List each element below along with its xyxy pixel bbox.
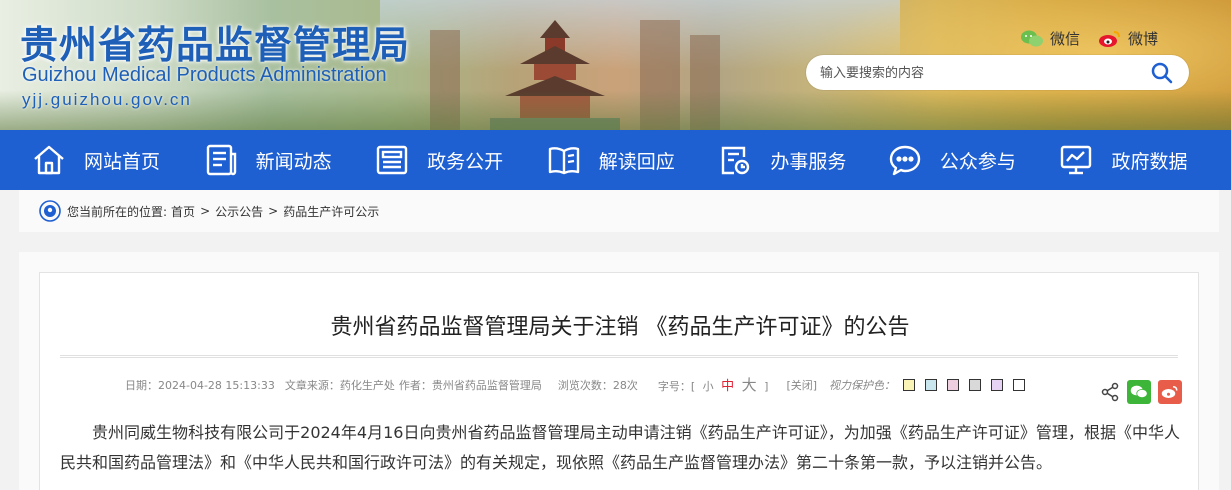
site-title-en: Guizhou Medical Products Administration <box>22 64 387 86</box>
nav-item-public-participation[interactable]: 公众参与 <box>888 130 1060 190</box>
font-size-control: 字号：[ 小 中 大 ] <box>658 374 777 395</box>
weibo-link[interactable]: 微博 <box>1098 28 1158 49</box>
eye-color-blue[interactable] <box>925 378 938 391</box>
breadcrumb-separator: > <box>268 204 279 218</box>
title-divider <box>60 355 1178 358</box>
chat-bubble-icon <box>889 145 921 176</box>
share-bar <box>1100 380 1182 404</box>
nav-label: 办事服务 <box>770 150 847 173</box>
eye-color-purple[interactable] <box>991 378 1004 391</box>
wechat-link[interactable]: 微信 <box>1020 28 1080 49</box>
site-url: yjj.guizhou.gov.cn <box>22 90 192 109</box>
wechat-label: 微信 <box>1050 30 1081 48</box>
weibo-label: 微博 <box>1128 30 1159 48</box>
weibo-icon <box>1161 386 1178 398</box>
share-weibo-button[interactable] <box>1158 380 1182 404</box>
nav-label: 网站首页 <box>84 150 161 173</box>
search-icon[interactable] <box>1150 61 1174 85</box>
nav-item-gov-data[interactable]: 政府数据 <box>1059 130 1231 190</box>
share-icon[interactable] <box>1100 382 1120 402</box>
news-icon <box>206 144 236 176</box>
nav-item-home[interactable]: 网站首页 <box>32 130 204 190</box>
font-size-label: 字号：[ <box>657 380 696 393</box>
weibo-icon <box>1099 30 1120 47</box>
wechat-icon <box>1021 30 1043 46</box>
font-size-medium[interactable]: 中 <box>721 379 734 394</box>
article-author: 作者：贵州省药品监督管理局 <box>398 378 542 392</box>
breadcrumb: 您当前所在的位置: 首页 > 公示公告 > 药品生产许可公示 <box>19 190 1219 232</box>
close-page-link[interactable]: [关闭] <box>786 377 817 393</box>
nav-label: 政府数据 <box>1111 150 1188 173</box>
article-meta: 日期：2024-04-28 15:13:33 文章来源：药化生产处 作者：贵州省… <box>125 374 1035 395</box>
site-title-cn[interactable]: 贵州省药品监督管理局 <box>20 14 410 69</box>
font-size-small[interactable]: 小 <box>703 380 714 393</box>
book-icon <box>548 147 579 175</box>
data-monitor-icon <box>1061 145 1092 175</box>
main-nav: 网站首页 新闻动态 政务公开 解读回应 办事服务 公众参与 政府数据 <box>0 130 1231 190</box>
header-banner: 贵州省药品监督管理局 Guizhou Medical Products Admi… <box>0 0 1231 130</box>
font-size-large[interactable]: 大 <box>742 376 757 394</box>
eye-protection-label: 视力保护色： <box>829 378 896 392</box>
breadcrumb-prefix: 您当前所在的位置: <box>67 204 168 219</box>
nav-item-services[interactable]: 办事服务 <box>718 130 888 190</box>
share-wechat-button[interactable] <box>1127 380 1151 404</box>
breadcrumb-separator: > <box>200 204 211 218</box>
nav-item-gov-affairs[interactable]: 政务公开 <box>375 130 547 190</box>
eye-color-gray[interactable] <box>969 378 982 391</box>
article-card: 贵州省药品监督管理局关于注销 《药品生产许可证》的公告 日期：2024-04-2… <box>39 272 1199 490</box>
eye-color-yellow[interactable] <box>903 378 916 391</box>
article-title: 贵州省药品监督管理局关于注销 《药品生产许可证》的公告 <box>330 315 910 340</box>
article-body: 贵州同威生物科技有限公司于2024年4月16日向贵州省药品监督管理局主动申请注销… <box>60 423 1180 472</box>
breadcrumb-announcements[interactable]: 公示公告 <box>215 203 263 220</box>
eye-color-white[interactable] <box>1013 378 1026 391</box>
nav-label: 政务公开 <box>427 150 504 173</box>
breadcrumb-home[interactable]: 首页 <box>171 203 195 220</box>
eye-color-pink[interactable] <box>947 378 960 391</box>
nav-label: 新闻动态 <box>255 150 332 173</box>
view-count: 浏览次数：28次 <box>557 378 638 392</box>
location-pin-icon <box>39 200 61 222</box>
home-icon <box>34 145 64 175</box>
content-area: 贵州省药品监督管理局关于注销 《药品生产许可证》的公告 日期：2024-04-2… <box>19 252 1219 490</box>
nav-label: 解读回应 <box>598 150 675 173</box>
nav-item-interpretation[interactable]: 解读回应 <box>547 130 719 190</box>
document-list-icon <box>376 145 408 175</box>
breadcrumb-current[interactable]: 药品生产许可公示 <box>283 203 379 220</box>
search-input[interactable] <box>820 63 1140 83</box>
search-box <box>806 55 1189 90</box>
wechat-icon <box>1130 385 1148 398</box>
service-form-icon <box>722 146 750 175</box>
nav-item-news[interactable]: 新闻动态 <box>204 130 376 190</box>
article-source: 文章来源：药化生产处 <box>284 378 395 392</box>
font-size-bracket: ] <box>764 380 769 393</box>
publish-date: 日期：2024-04-28 15:13:33 <box>125 378 275 392</box>
nav-label: 公众参与 <box>939 150 1016 173</box>
